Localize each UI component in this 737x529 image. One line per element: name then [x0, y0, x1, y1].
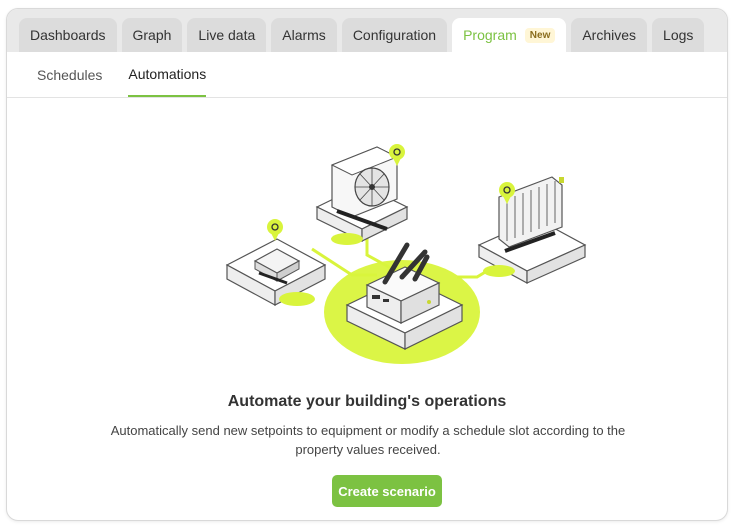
radiator-icon: [477, 176, 587, 285]
tab-label: Program: [463, 27, 517, 43]
automation-illustration: [225, 144, 587, 364]
tab-label: Alarms: [282, 27, 326, 43]
tab-bar: Dashboards Graph Live data Alarms Config…: [7, 9, 727, 52]
subtab-bar: Schedules Automations: [7, 52, 727, 98]
tab-archives[interactable]: Archives: [571, 18, 648, 52]
tab-label: Dashboards: [30, 27, 106, 43]
subtab-schedules[interactable]: Schedules: [37, 51, 102, 97]
tab-label: Configuration: [352, 27, 437, 43]
empty-state-title: Automate your building's operations: [227, 393, 507, 410]
subtab-label: Schedules: [37, 67, 103, 83]
new-badge: New: [524, 27, 556, 43]
empty-state-description: Automatically send new setpoints to equi…: [110, 423, 626, 457]
tab-label: Graph: [132, 27, 172, 43]
tab-live-data[interactable]: Live data: [187, 18, 267, 52]
tab-logs[interactable]: Logs: [652, 18, 705, 52]
sensor-device-icon: [225, 219, 327, 307]
heat-pump-icon: [315, 144, 409, 245]
tab-label: Live data: [198, 27, 256, 43]
main-card: Dashboards Graph Live data Alarms Config…: [6, 8, 728, 521]
tab-alarms[interactable]: Alarms: [271, 18, 337, 52]
tab-graph[interactable]: Graph: [121, 18, 183, 52]
subtab-automations[interactable]: Automations: [128, 51, 207, 97]
tab-dashboards[interactable]: Dashboards: [19, 18, 117, 52]
tab-program[interactable]: Program New: [452, 18, 567, 52]
subtab-label: Automations: [128, 66, 207, 82]
create-scenario-button[interactable]: Create scenario: [332, 475, 442, 507]
tab-configuration[interactable]: Configuration: [341, 18, 448, 52]
tab-label: Archives: [582, 27, 637, 43]
tab-label: Logs: [663, 27, 694, 43]
